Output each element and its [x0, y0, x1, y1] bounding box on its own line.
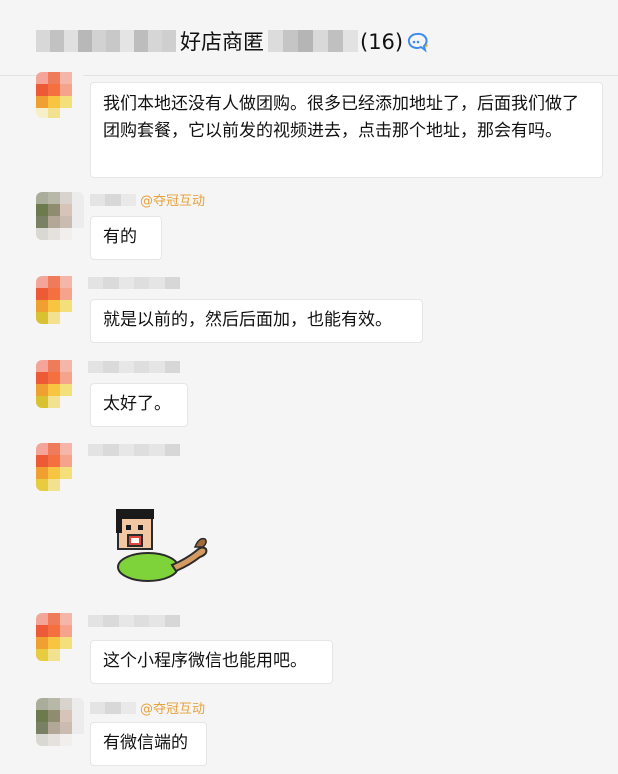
blurred-sender-name — [88, 444, 180, 456]
message-text: 这个小程序微信也能用吧。 — [103, 651, 307, 671]
avatar[interactable] — [36, 72, 84, 118]
cartoon-man-sticker[interactable] — [110, 505, 214, 587]
message-bubble[interactable]: 有微信端的 — [90, 722, 207, 766]
blurred-sender-name — [88, 361, 180, 373]
message-bubble[interactable]: 太好了。 — [90, 383, 188, 427]
blurred-group-name-left — [36, 30, 176, 52]
avatar[interactable] — [36, 276, 84, 324]
message-text: 太好了。 — [103, 394, 171, 414]
message-text: 有的 — [103, 227, 137, 247]
chat-header: 好店商匿 (16) — [0, 0, 618, 76]
blurred-sender-name — [90, 702, 136, 714]
avatar[interactable] — [36, 613, 84, 661]
message-text: 我们本地还没有人做团购。很多已经添加地址了，后面我们做了团购套餐，它以前发的视频… — [103, 94, 579, 141]
blurred-sender-name — [88, 277, 180, 289]
message-text: 就是以前的，然后后面加，也能有效。 — [103, 310, 392, 330]
member-count: (16) — [360, 30, 404, 54]
blurred-sender-name — [90, 194, 136, 206]
group-title: 好店商匿 — [180, 30, 264, 54]
avatar[interactable] — [36, 698, 84, 746]
group-chat-icon[interactable] — [406, 32, 430, 54]
sender-tag: @夺冠互动 — [140, 194, 206, 209]
message-text: 有微信端的 — [103, 733, 188, 753]
avatar[interactable] — [36, 192, 84, 240]
blurred-group-name-right — [268, 30, 358, 52]
avatar[interactable] — [36, 443, 84, 491]
blurred-sender-name — [88, 615, 180, 627]
sender-tag: @夺冠互动 — [140, 702, 206, 717]
message-bubble[interactable]: 这个小程序微信也能用吧。 — [90, 640, 333, 684]
message-bubble[interactable]: 就是以前的，然后后面加，也能有效。 — [90, 299, 423, 343]
avatar[interactable] — [36, 360, 84, 408]
message-bubble[interactable]: 有的 — [90, 216, 162, 260]
message-bubble[interactable]: 我们本地还没有人做团购。很多已经添加地址了，后面我们做了团购套餐，它以前发的视频… — [90, 82, 603, 178]
